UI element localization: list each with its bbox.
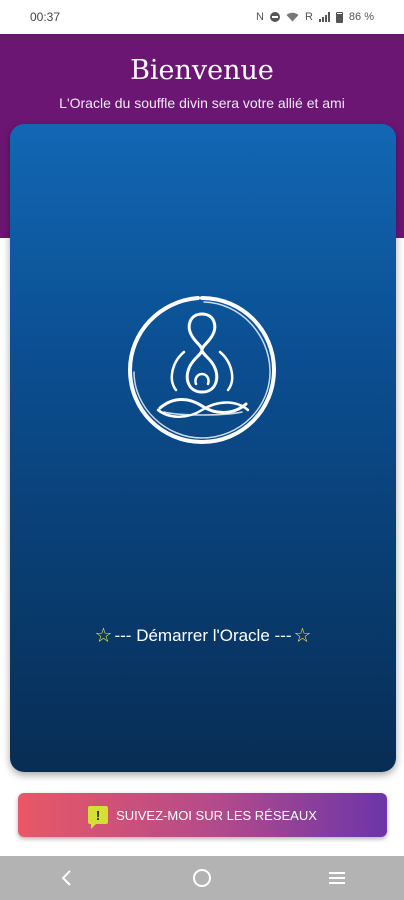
signal-icon (318, 12, 330, 22)
battery-level: 86 % (348, 11, 374, 23)
start-oracle-label: --- Démarrer l'Oracle --- (114, 625, 292, 645)
wifi-icon (286, 12, 299, 22)
page-subtitle: L'Oracle du souffle divin sera votre all… (59, 95, 345, 111)
battery-icon (335, 11, 343, 23)
alert-message-icon: ! (88, 806, 109, 829)
star-icon: ☆ (94, 625, 113, 647)
home-circle-icon[interactable] (182, 858, 222, 898)
status-time: 00:37 (30, 10, 61, 24)
follow-socials-button[interactable]: ! SUIVEZ-MOI SUR LES RÉSEAUX (18, 793, 387, 837)
status-bar: 00:37 N R 86 % (0, 0, 404, 34)
back-chevron-icon[interactable] (47, 858, 87, 898)
start-oracle-button[interactable]: ☆ --- Démarrer l'Oracle --- ☆ (10, 623, 396, 648)
system-nav-bar (0, 856, 404, 900)
meditation-logo-icon (124, 292, 280, 448)
nfc-icon: N (256, 11, 264, 23)
star-icon: ☆ (293, 625, 312, 647)
roaming-indicator: R (304, 11, 313, 23)
status-indicators: N R 86 % (256, 11, 374, 23)
start-oracle-card[interactable]: ☆ --- Démarrer l'Oracle --- ☆ (10, 124, 396, 772)
page-title: Bienvenue (130, 55, 274, 86)
recents-menu-icon[interactable] (317, 858, 357, 898)
dnd-icon (269, 12, 280, 22)
follow-socials-label: SUIVEZ-MOI SUR LES RÉSEAUX (116, 807, 317, 823)
